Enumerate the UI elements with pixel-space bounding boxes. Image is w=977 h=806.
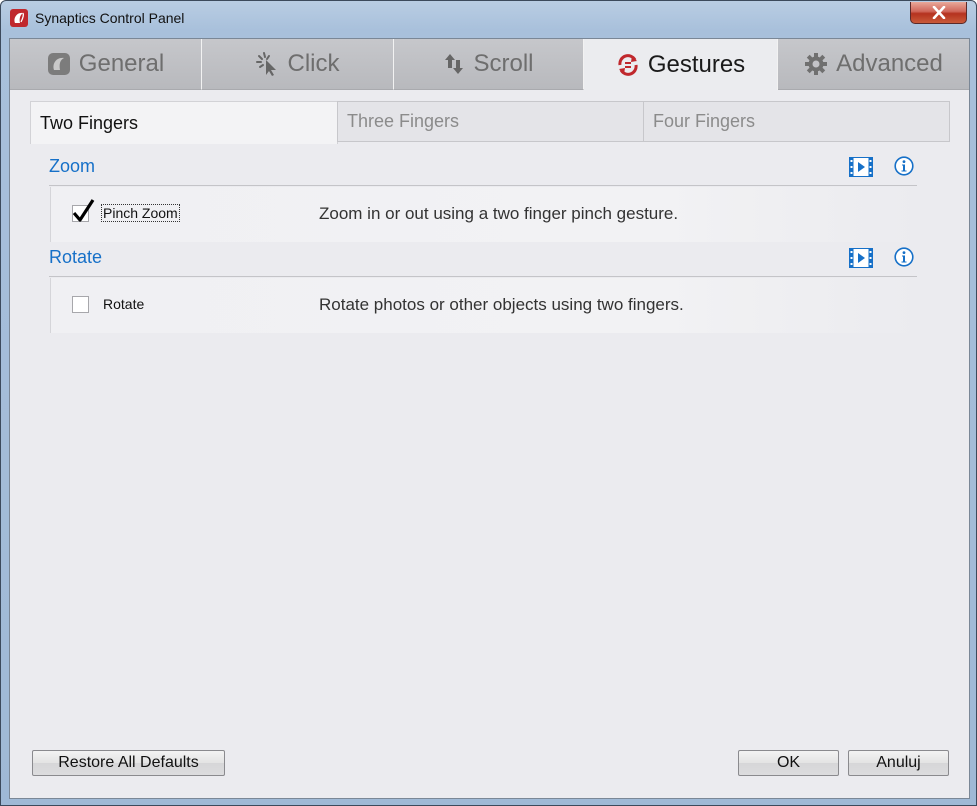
window-close-button[interactable] bbox=[910, 2, 967, 24]
tab-scroll-label: Scroll bbox=[473, 50, 534, 77]
info-icon[interactable] bbox=[894, 156, 914, 176]
title-bar[interactable]: Synaptics Control Panel bbox=[1, 1, 976, 37]
main-tab-bar: General Click Scroll Gestures Advanced bbox=[10, 39, 969, 91]
tab-general[interactable]: General bbox=[10, 39, 202, 90]
tab-general-label: General bbox=[78, 50, 165, 77]
pinch-zoom-label[interactable]: Pinch Zoom bbox=[101, 204, 180, 222]
pinch-zoom-checkbox[interactable] bbox=[72, 199, 95, 222]
tab-two-fingers-label: Two Fingers bbox=[40, 112, 139, 133]
tab-gestures[interactable]: Gestures bbox=[584, 39, 778, 91]
gestures-icon bbox=[616, 53, 640, 77]
window-title: Synaptics Control Panel bbox=[35, 10, 185, 26]
click-icon bbox=[255, 51, 280, 77]
pinch-zoom-option: Pinch Zoom Zoom in or out using a two fi… bbox=[50, 187, 919, 242]
tab-three-fingers-label: Three Fingers bbox=[347, 111, 460, 131]
synaptics-window: Synaptics Control Panel General Click Sc… bbox=[0, 0, 977, 806]
info-icon[interactable] bbox=[894, 247, 914, 267]
tab-advanced-label: Advanced bbox=[836, 50, 943, 77]
ok-button[interactable]: OK bbox=[738, 750, 839, 776]
rotate-option: Rotate Rotate photos or other objects us… bbox=[50, 278, 919, 333]
section-divider bbox=[49, 185, 917, 186]
restore-defaults-button[interactable]: Restore All Defaults bbox=[32, 750, 225, 776]
tab-four-fingers-label: Four Fingers bbox=[653, 111, 756, 131]
general-icon bbox=[47, 52, 71, 76]
tab-three-fingers[interactable]: Three Fingers bbox=[337, 101, 644, 142]
zoom-section-header: Zoom bbox=[49, 156, 919, 188]
rotate-label[interactable]: Rotate bbox=[102, 296, 145, 312]
pinch-zoom-description: Zoom in or out using a two finger pinch … bbox=[319, 204, 679, 223]
tab-click[interactable]: Click bbox=[202, 39, 394, 90]
control-panel-body: General Click Scroll Gestures Advanced T… bbox=[9, 38, 970, 799]
rotate-description: Rotate photos or other objects using two… bbox=[319, 295, 684, 314]
section-title-zoom: Zoom bbox=[49, 156, 96, 176]
checkmark-icon bbox=[72, 199, 95, 222]
video-demo-icon[interactable] bbox=[849, 248, 873, 268]
tab-two-fingers[interactable]: Two Fingers bbox=[30, 101, 338, 144]
tab-advanced[interactable]: Advanced bbox=[778, 39, 969, 90]
finger-tab-bar: Two Fingers Three Fingers Four Fingers bbox=[30, 101, 950, 144]
close-icon bbox=[932, 6, 946, 19]
tab-click-label: Click bbox=[287, 50, 340, 77]
video-demo-icon[interactable] bbox=[849, 157, 873, 177]
tab-four-fingers[interactable]: Four Fingers bbox=[643, 101, 950, 142]
section-divider bbox=[49, 276, 917, 277]
section-title-rotate: Rotate bbox=[49, 247, 103, 267]
gestures-panel: Two Fingers Three Fingers Four Fingers Z… bbox=[10, 90, 969, 798]
tab-gestures-label: Gestures bbox=[647, 51, 746, 78]
scroll-icon bbox=[443, 52, 465, 76]
cancel-button[interactable]: Anuluj bbox=[848, 750, 949, 776]
rotate-section-header: Rotate bbox=[49, 247, 919, 279]
gear-icon bbox=[804, 52, 828, 76]
rotate-checkbox[interactable] bbox=[72, 296, 89, 313]
tab-scroll[interactable]: Scroll bbox=[394, 39, 584, 90]
synaptics-app-icon bbox=[10, 9, 28, 27]
